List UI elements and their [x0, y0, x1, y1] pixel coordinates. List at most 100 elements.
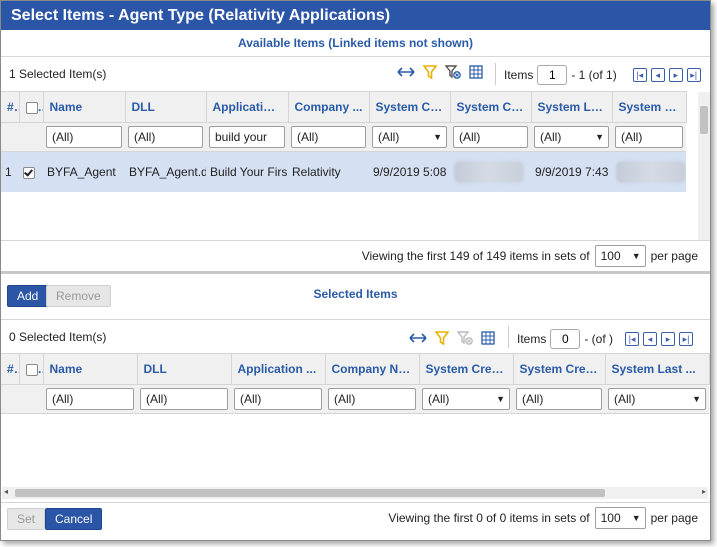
filter-dll-input[interactable]: (All) — [140, 388, 228, 410]
grid-view-icon[interactable] — [481, 331, 495, 345]
filter-created-on-value: (All) — [428, 392, 450, 406]
filter-company-input[interactable]: (All) — [328, 388, 416, 410]
previous-page-icon[interactable]: ◂ — [643, 332, 658, 346]
expand-columns-icon[interactable] — [409, 331, 427, 345]
pager-page-input[interactable] — [550, 329, 581, 349]
available-tool-icons — [397, 65, 483, 79]
dialog-title: Select Items - Agent Type (Relativity Ap… — [1, 1, 710, 30]
clear-filter-icon[interactable] — [457, 331, 473, 345]
filter-application-input[interactable]: (All) — [234, 388, 322, 410]
section-divider — [1, 271, 710, 274]
row-checkbox[interactable] — [19, 151, 43, 192]
pager-range-text: - 1 (of 1) — [571, 68, 617, 82]
scroll-left-icon[interactable]: ◂ — [4, 487, 8, 496]
filter-created-on-value: (All) — [378, 130, 400, 144]
column-header-number: # — [1, 353, 20, 385]
filter-created-on-select[interactable]: (All) ▼ — [372, 126, 447, 148]
previous-page-icon[interactable]: ◂ — [650, 68, 665, 82]
cell-company: Relativity — [288, 151, 369, 192]
column-filter-icon — [275, 100, 287, 114]
selected-items-table: # Name DLL Application ... Company Na...… — [1, 353, 710, 414]
selected-tool-icons — [409, 331, 495, 345]
cell-application: Build Your Firs — [206, 151, 288, 192]
filter-icon[interactable] — [435, 331, 449, 345]
column-header-name[interactable]: Name — [43, 353, 138, 385]
selected-heading-divider — [1, 319, 710, 320]
column-header-name[interactable]: Name — [43, 91, 126, 123]
available-vertical-scrollbar[interactable] — [698, 92, 710, 240]
last-page-icon[interactable]: ▸| — [679, 332, 694, 346]
dialog-footer-divider — [1, 502, 710, 503]
filter-company-input[interactable]: (All) — [291, 126, 366, 148]
set-button[interactable]: Set — [7, 508, 46, 530]
column-header-company[interactable]: Company ... — [288, 91, 370, 123]
first-page-icon[interactable]: |◂ — [625, 332, 640, 346]
filter-modified-on-select[interactable]: (All) ▼ — [534, 126, 609, 148]
clear-filter-icon[interactable] — [445, 65, 461, 79]
filter-created-on-select[interactable]: (All) ▼ — [422, 388, 510, 410]
selected-paging-summary: Viewing the first 0 of 0 items in sets o… — [388, 507, 698, 529]
cell-modified-on: 9/9/2019 7:43 I — [531, 151, 612, 192]
selected-per-page-label: per page — [650, 511, 698, 525]
filter-modified-by-input[interactable]: (All) — [615, 126, 683, 148]
column-header-system-last-modified-by[interactable]: System La... — [612, 91, 687, 123]
pager-items-label: Items — [517, 332, 547, 346]
filter-modified-on-select[interactable]: (All) ▼ — [608, 388, 706, 410]
column-header-application[interactable]: Applicatio. — [206, 91, 289, 123]
toolbar-separator — [508, 326, 509, 348]
redacted-value — [454, 161, 524, 183]
column-header-system-created-by[interactable]: System Crea... — [513, 353, 606, 385]
available-items-table: # Name DLL Applicatio. Company ... Syste… — [1, 91, 687, 192]
pager-items-label: Items — [504, 68, 534, 82]
column-header-dll[interactable]: DLL — [137, 353, 232, 385]
table-row[interactable]: 1 BYFA_Agent BYFA_Agent.d Build Your Fir… — [1, 151, 686, 192]
column-header-application[interactable]: Application ... — [231, 353, 326, 385]
available-page-size-value: 100 — [600, 249, 621, 263]
available-page-size-select[interactable]: 100 ▼ — [594, 245, 646, 267]
cell-created-by — [450, 151, 531, 192]
available-selected-count: 1 Selected Item(s) — [9, 67, 107, 81]
row-number: 1 — [1, 151, 19, 192]
cell-created-on: 9/9/2019 5:08 — [369, 151, 450, 192]
available-pager: Items - 1 (of 1) |◂ ◂ ▸ ▸| — [504, 65, 701, 85]
filter-application-input[interactable]: build your — [209, 126, 285, 148]
scrollbar-thumb[interactable] — [700, 106, 708, 134]
available-header-row: # Name DLL Applicatio. Company ... Syste… — [1, 91, 687, 123]
select-all-checkbox[interactable] — [19, 91, 44, 123]
filter-name-input[interactable]: (All) — [46, 388, 134, 410]
pager-range-text: - (of ) — [584, 332, 614, 346]
next-page-icon[interactable]: ▸ — [661, 332, 676, 346]
selected-header-row: # Name DLL Application ... Company Na...… — [1, 353, 710, 385]
column-header-dll[interactable]: DLL — [125, 91, 207, 123]
column-header-system-last-modified[interactable]: System Last ... — [605, 353, 710, 385]
grid-view-icon[interactable] — [469, 65, 483, 79]
selected-selected-count: 0 Selected Item(s) — [9, 330, 107, 344]
available-viewing-text: Viewing the first 149 of 149 items in se… — [361, 249, 590, 263]
filter-icon[interactable] — [423, 65, 437, 79]
next-page-icon[interactable]: ▸ — [668, 68, 683, 82]
column-header-company[interactable]: Company Na... — [325, 353, 420, 385]
filter-name-input[interactable]: (All) — [46, 126, 122, 148]
filter-created-by-input[interactable]: (All) — [516, 388, 602, 410]
select-all-checkbox[interactable] — [19, 353, 44, 385]
column-header-system-last-modified-on[interactable]: System La... — [531, 91, 613, 123]
cancel-button[interactable]: Cancel — [45, 508, 103, 530]
selected-horizontal-scrollbar[interactable]: ◂ ▸ — [2, 487, 708, 499]
available-per-page-label: per page — [650, 249, 698, 263]
scrollbar-thumb[interactable] — [15, 489, 605, 497]
last-page-icon[interactable]: ▸| — [686, 68, 701, 82]
cell-modified-by — [612, 151, 686, 192]
scroll-right-icon[interactable]: ▸ — [702, 487, 706, 496]
pager-page-input[interactable] — [537, 65, 568, 85]
first-page-icon[interactable]: |◂ — [632, 68, 647, 82]
selected-page-size-select[interactable]: 100 ▼ — [594, 507, 646, 529]
filter-dll-input[interactable]: (All) — [128, 126, 203, 148]
selected-page-size-value: 100 — [600, 511, 621, 525]
expand-columns-icon[interactable] — [397, 65, 415, 79]
selected-pager: Items - (of ) |◂ ◂ ▸ ▸| — [517, 329, 694, 349]
available-toolbar: 1 Selected Item(s) Items - 1 (of 1) |◂ ◂… — [1, 57, 710, 91]
column-header-system-created-on[interactable]: System Cr... — [369, 91, 451, 123]
column-header-system-created-on[interactable]: System Crea... — [419, 353, 514, 385]
filter-created-by-input[interactable]: (All) — [453, 126, 528, 148]
column-header-system-created-by[interactable]: System Cr... — [450, 91, 532, 123]
